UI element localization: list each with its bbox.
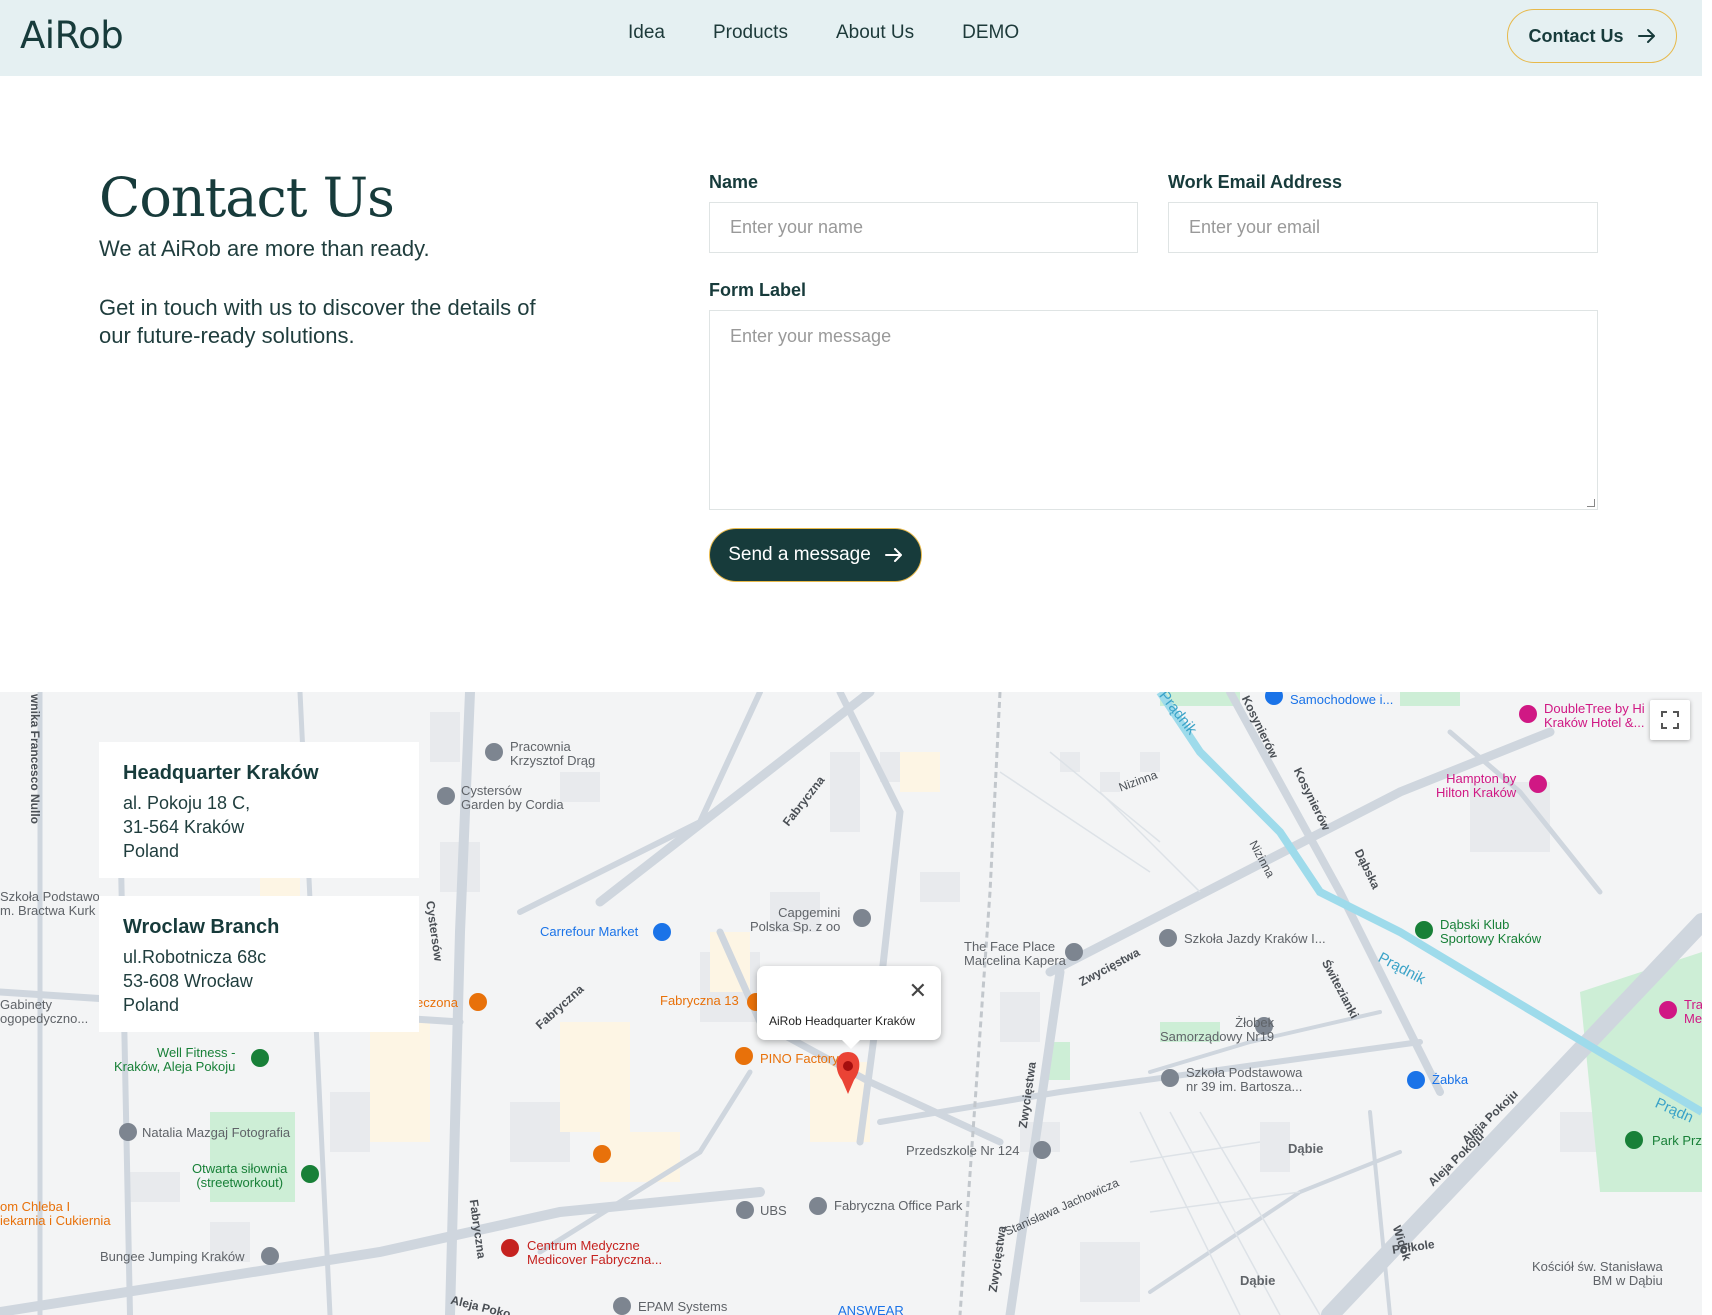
send-message-button[interactable]: Send a message (709, 528, 922, 582)
contact-text: Get in touch with us to discover the det… (99, 295, 536, 348)
email-field[interactable]: Enter your email (1168, 202, 1598, 253)
poi-pracownia[interactable]: Pracownia Krzysztof Drąg (510, 740, 595, 768)
office-address-line: 31-564 Kraków (123, 817, 245, 837)
poi-dabie-1[interactable]: Dąbie (1288, 1142, 1323, 1156)
office-address-line: Poland (123, 995, 180, 1015)
poi-zlobek[interactable]: Żłobek Samorządowy Nr19 (1160, 1016, 1274, 1044)
poi-eczona[interactable]: eczona (416, 996, 458, 1010)
poi-well-fitness[interactable]: Well Fitness - Kraków, Aleja Pokoju (114, 1046, 235, 1074)
nav-products[interactable]: Products (713, 22, 788, 44)
office-name: Wroclaw Branch (123, 916, 280, 938)
poi-medicover[interactable]: Centrum Medyczne Medicover Fabryczna... (527, 1239, 662, 1267)
office-name: Headquarter Kraków (123, 762, 319, 784)
poi-hampton[interactable]: Hampton by Hilton Kraków (1436, 772, 1516, 800)
street-label: wnika Francesco Nullo (28, 693, 43, 825)
name-field[interactable]: Enter your name (709, 202, 1138, 253)
poi-ubs[interactable]: UBS (760, 1204, 787, 1218)
poi-szkola-podstawowa[interactable]: Szkoła Podstawowa nr 39 im. Bartosza... (1186, 1066, 1302, 1094)
office-address-line: ul.Robotnicza 68c (123, 947, 267, 967)
map-info-popup: ✕ AiRob Headquarter Kraków (757, 966, 941, 1049)
poi-zabka[interactable]: Żabka (1432, 1073, 1468, 1087)
name-label: Name (709, 172, 759, 192)
fullscreen-icon (1661, 711, 1679, 729)
popup-tail (842, 1040, 860, 1049)
office-card-wroclaw: Wroclaw Branch ul.Robotnicza 68c 53-608 … (99, 896, 419, 1032)
poi-answear[interactable]: ANSWEAR (838, 1304, 904, 1315)
office-card-hq: Headquarter Kraków al. Pokoju 18 C, 31-5… (99, 742, 419, 878)
site-header: AiRob Idea Products About Us DEMO Contac… (0, 0, 1702, 76)
poi-carrefour[interactable]: Carrefour Market (540, 925, 638, 939)
contact-us-label: Contact Us (1528, 25, 1624, 46)
email-placeholder: Enter your email (1189, 217, 1321, 237)
poi-tra[interactable]: Tra Me (1684, 998, 1702, 1026)
office-address-line: 53-608 Wrocław (123, 971, 253, 991)
nav-idea[interactable]: Idea (628, 22, 665, 44)
poi-przedszkole[interactable]: Przedszkole Nr 124 (906, 1144, 1019, 1158)
poi-epam[interactable]: EPAM Systems (638, 1300, 727, 1314)
poi-fabryczna-office-park[interactable]: Fabryczna Office Park (834, 1199, 962, 1213)
poi-dom-chleba[interactable]: om Chleba I iekarnia i Cukiernia (0, 1200, 111, 1228)
fullscreen-button[interactable] (1650, 700, 1690, 740)
poi-gabinety[interactable]: Gabinety ogopedyczno... (0, 998, 88, 1026)
poi-dabski-klub[interactable]: Dąbski Klub Sportowy Kraków (1440, 918, 1541, 946)
close-icon[interactable]: ✕ (909, 978, 927, 1004)
arrow-right-icon (1637, 29, 1655, 43)
poi-szkola-bractwa[interactable]: Szkoła Podstawo m. Bractwa Kurk (0, 890, 100, 918)
poi-natalia-mazgaj[interactable]: Natalia Mazgaj Fotografia (142, 1126, 290, 1140)
poi-cystersow-garden[interactable]: Cystersów Garden by Cordia (461, 784, 564, 812)
contact-subtitle: We at AiRob are more than ready. (99, 236, 430, 261)
poi-samochodowe[interactable]: Samochodowe i... (1290, 693, 1393, 707)
poi-fabryczna-13[interactable]: Fabryczna 13 (660, 994, 739, 1008)
message-label: Form Label (709, 280, 807, 300)
popup-title: AiRob Headquarter Kraków (769, 1014, 916, 1028)
nav-about-us[interactable]: About Us (836, 22, 914, 44)
poi-bungee-jumping[interactable]: Bungee Jumping Kraków (100, 1250, 245, 1264)
page-title: Contact Us (99, 166, 395, 229)
contact-us-button[interactable]: Contact Us (1507, 9, 1677, 63)
resize-handle[interactable] (1587, 499, 1595, 507)
message-placeholder: Enter your message (730, 326, 892, 346)
send-message-label: Send a message (728, 544, 871, 565)
name-placeholder: Enter your name (730, 217, 864, 237)
office-address-line: Poland (123, 841, 180, 861)
arrow-right-icon (884, 548, 902, 562)
poi-pino-factory[interactable]: PINO Factory (760, 1052, 839, 1066)
poi-kosciol[interactable]: Kościół św. Stanisława BM w Dąbiu (1532, 1260, 1663, 1288)
logo[interactable]: AiRob (20, 14, 124, 57)
poi-otwarta-silownia[interactable]: Otwarta siłownia (streetworkout) (192, 1162, 287, 1190)
poi-capgemini[interactable]: Capgemini Polska Sp. z oo (750, 906, 840, 934)
poi-face-place[interactable]: The Face Place Marcelina Kapera (964, 940, 1066, 968)
main-nav: Idea Products About Us DEMO (628, 22, 1019, 44)
poi-doubletree[interactable]: DoubleTree by Hi Kraków Hotel &... (1544, 702, 1645, 730)
poi-szkola-jazdy[interactable]: Szkoła Jazdy Kraków I... (1184, 932, 1326, 946)
poi-dabie-2[interactable]: Dąbie (1240, 1274, 1275, 1288)
nav-demo[interactable]: DEMO (962, 22, 1019, 44)
office-address-line: al. Pokoju 18 C, (123, 793, 251, 813)
message-field[interactable]: Enter your message (709, 310, 1598, 510)
poi-park[interactable]: Park Prz (1652, 1134, 1702, 1148)
email-label: Work Email Address (1168, 172, 1343, 192)
